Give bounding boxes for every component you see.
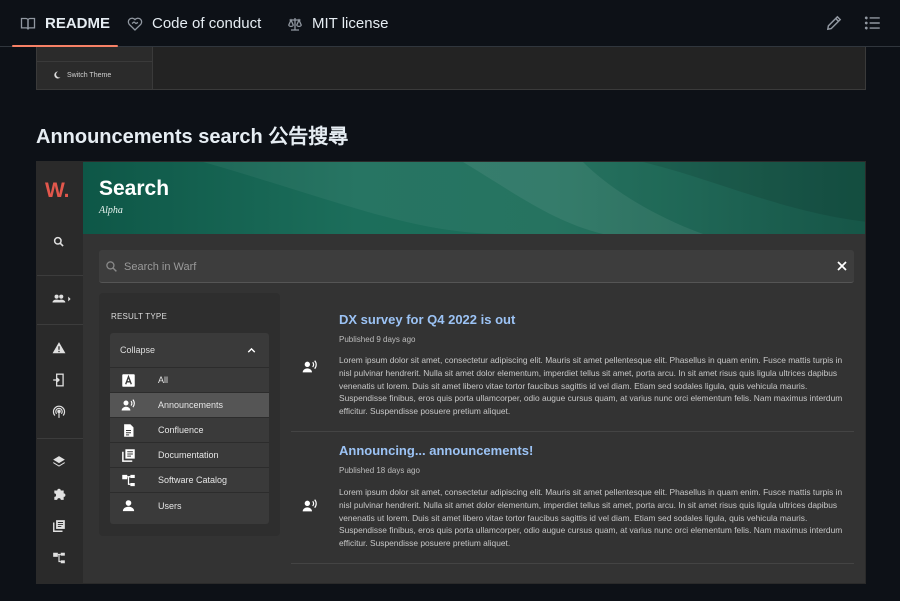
- person-icon: [121, 498, 136, 513]
- close-icon: [834, 258, 850, 274]
- document-icon: [121, 423, 136, 438]
- page-title: Search: [99, 177, 170, 200]
- record-voice-icon: [302, 359, 318, 375]
- result-type-list: Collapse All Announcements Confluence Do…: [110, 333, 269, 524]
- search-icon[interactable]: [52, 235, 66, 249]
- search-page-screenshot: W. Search Alpha Search in Warf RESULT TY…: [36, 161, 866, 584]
- previous-sidebar: Switch Theme: [37, 47, 153, 89]
- result-type-announcements[interactable]: Announcements: [110, 393, 269, 418]
- list-item: Announcing... announcements! Published 1…: [291, 432, 854, 564]
- result-type-label: Announcements: [158, 400, 224, 410]
- search-bar: [99, 250, 854, 283]
- tab-mit-license[interactable]: MIT license: [287, 0, 388, 47]
- result-type-documentation[interactable]: Documentation: [110, 443, 269, 468]
- library-icon[interactable]: [52, 519, 66, 533]
- search-icon: [105, 260, 118, 273]
- puzzle-icon[interactable]: [52, 487, 66, 501]
- heart-handshake-icon: [127, 16, 143, 32]
- list-item: DX survey for Q4 2022 is out Published 9…: [291, 293, 854, 432]
- warning-icon[interactable]: [52, 341, 66, 355]
- layers-icon[interactable]: [52, 455, 66, 469]
- switch-theme-item: Switch Theme: [53, 71, 111, 79]
- chevron-up-icon: [245, 344, 258, 357]
- previous-screenshot: Switch Theme: [36, 47, 866, 90]
- clear-search-button[interactable]: [834, 258, 850, 274]
- tab-label: README: [45, 15, 111, 32]
- search-input[interactable]: [124, 250, 814, 283]
- record-voice-icon: [121, 398, 136, 413]
- list-icon: [864, 14, 882, 32]
- result-type-filter: RESULT TYPE Collapse All Announcements C…: [99, 293, 280, 536]
- result-body: Lorem ipsum dolor sit amet, consectetur …: [339, 487, 843, 549]
- tab-readme[interactable]: README: [11, 0, 119, 47]
- result-type-all[interactable]: All: [110, 368, 269, 393]
- divider: [37, 324, 83, 325]
- result-title-link[interactable]: Announcing... announcements!: [339, 443, 533, 458]
- tab-label: MIT license: [312, 15, 389, 32]
- collapse-label: Collapse: [120, 345, 156, 355]
- page-header-banner: Search Alpha: [83, 162, 865, 234]
- tab-code-of-conduct[interactable]: Code of conduct: [127, 0, 261, 47]
- result-body: Lorem ipsum dolor sit amet, consectetur …: [339, 355, 843, 417]
- record-voice-icon: [302, 498, 318, 514]
- library-books-icon: [121, 448, 136, 463]
- search-results: DX survey for Q4 2022 is out Published 9…: [291, 293, 854, 564]
- switch-theme-label: Switch Theme: [67, 71, 112, 79]
- banner-wave-decoration: [203, 162, 865, 234]
- catalog-icon[interactable]: [52, 551, 66, 565]
- pencil-icon: [825, 14, 843, 32]
- book-icon: [20, 16, 36, 32]
- section-heading: Announcements search 公告搜尋: [36, 126, 349, 148]
- divider: [37, 438, 83, 439]
- readme-tab-bar: README Code of conduct MIT license: [0, 0, 900, 47]
- page-subtitle: Alpha: [99, 205, 123, 216]
- result-type-software-catalog[interactable]: Software Catalog: [110, 468, 269, 493]
- result-title-link[interactable]: DX survey for Q4 2022 is out: [339, 312, 515, 327]
- edit-file-button[interactable]: [825, 14, 843, 32]
- result-type-label: Users: [158, 500, 182, 511]
- broadcast-icon[interactable]: [52, 405, 66, 419]
- exit-icon[interactable]: [52, 373, 66, 387]
- result-type-confluence[interactable]: Confluence: [110, 418, 269, 443]
- moon-icon: [53, 71, 61, 79]
- collapse-toggle[interactable]: Collapse: [110, 333, 269, 368]
- catalog-tree-icon: [121, 473, 136, 488]
- result-type-users[interactable]: Users: [110, 493, 269, 518]
- result-type-label: Documentation: [158, 450, 219, 460]
- law-scale-icon: [287, 16, 303, 32]
- result-type-label: Software Catalog: [158, 475, 228, 485]
- divider: [37, 275, 83, 276]
- result-type-label: Confluence: [158, 425, 204, 435]
- app-logo: W.: [45, 179, 70, 202]
- tab-label: Code of conduct: [152, 15, 262, 32]
- side-rail: W.: [37, 162, 83, 583]
- result-date: Published 18 days ago: [339, 466, 420, 475]
- result-date: Published 9 days ago: [339, 335, 416, 344]
- divider: [37, 61, 152, 62]
- font-a-icon: [121, 373, 136, 388]
- group-icon[interactable]: [50, 292, 76, 306]
- filter-title: RESULT TYPE: [111, 312, 167, 321]
- outline-button[interactable]: [864, 14, 882, 32]
- result-type-label: All: [158, 375, 169, 385]
